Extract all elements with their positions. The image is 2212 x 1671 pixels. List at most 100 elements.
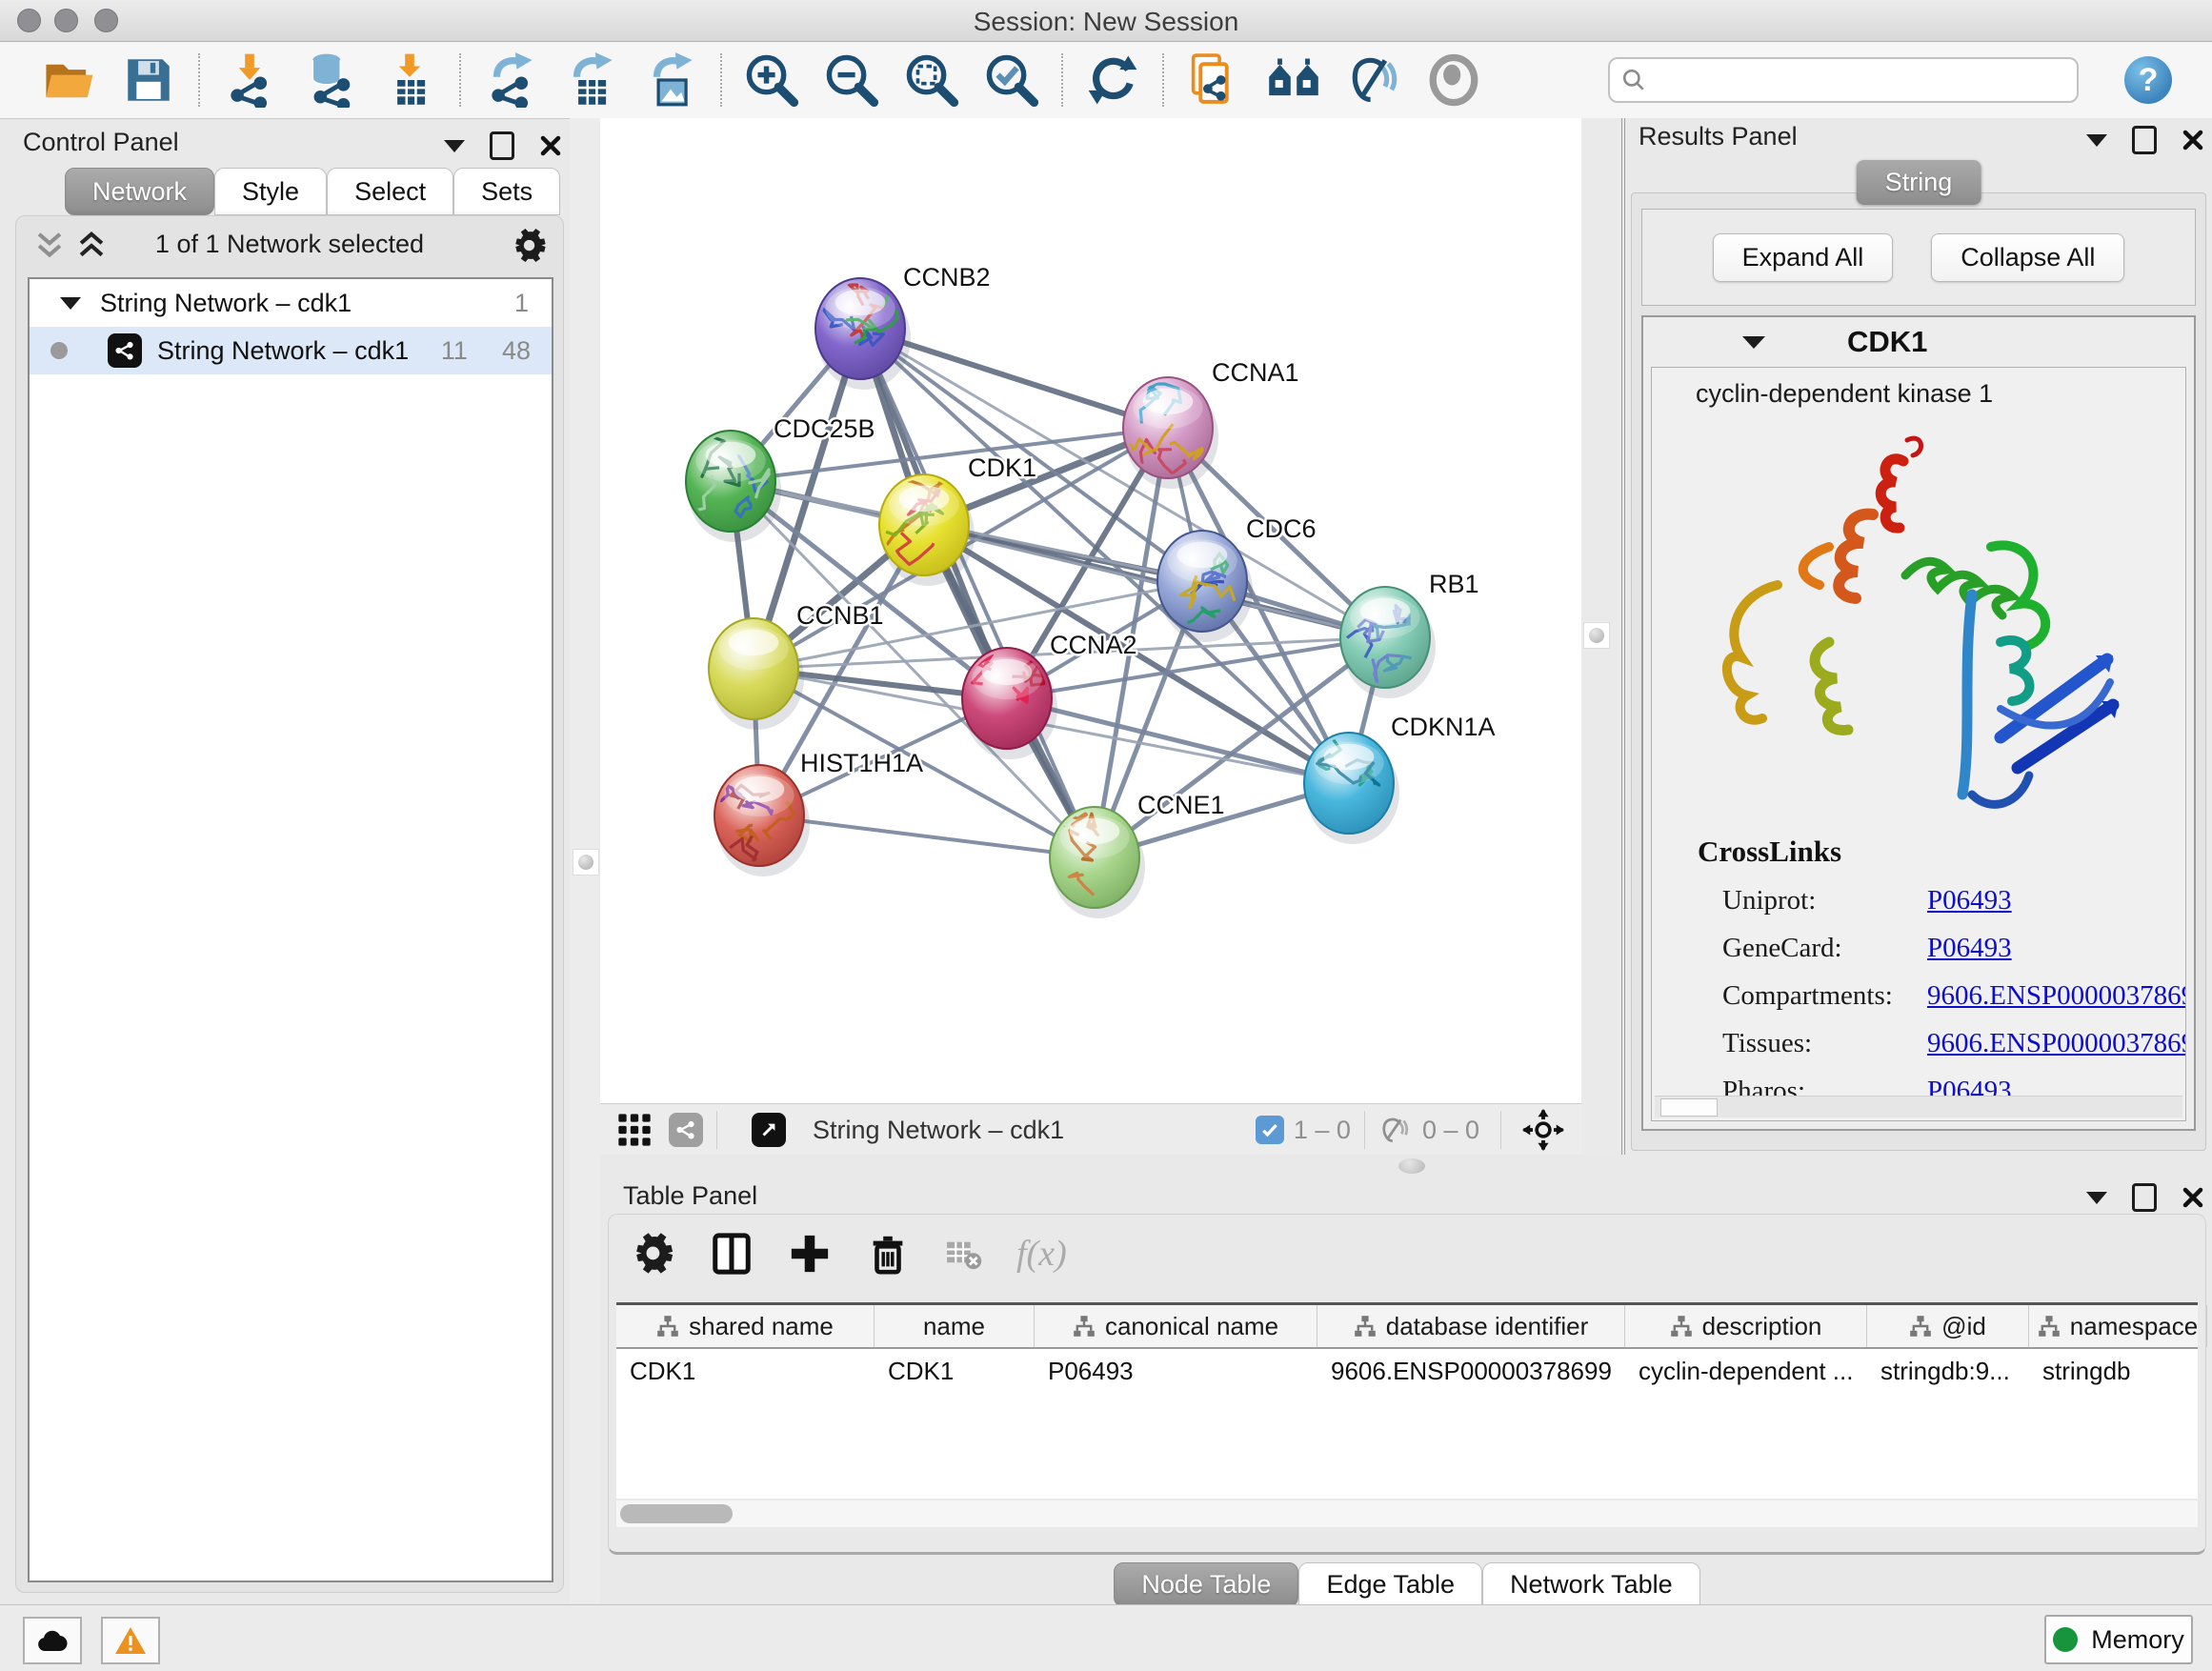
- tab-select[interactable]: Select: [327, 168, 453, 215]
- string-style-icon[interactable]: [669, 1113, 703, 1147]
- import-network-from-database-button[interactable]: [290, 48, 370, 112]
- column-header-canonical-name[interactable]: canonical name: [1035, 1305, 1317, 1347]
- close-panel-icon[interactable]: [2182, 129, 2204, 151]
- close-panel-icon[interactable]: [2182, 1186, 2204, 1209]
- column-header-namespace[interactable]: namespace: [2029, 1305, 2207, 1347]
- function-builder-icon[interactable]: f(x): [1016, 1233, 1067, 1275]
- help-button[interactable]: ?: [2124, 56, 2172, 104]
- panel-menu-icon[interactable]: [2086, 1192, 2107, 1204]
- search-field[interactable]: [1608, 57, 2079, 103]
- network-collection-row[interactable]: String Network – cdk1 1: [30, 279, 552, 327]
- memory-button[interactable]: Memory: [2044, 1615, 2193, 1664]
- collapse-all-button[interactable]: Collapse All: [1931, 233, 2124, 282]
- warnings-button[interactable]: [101, 1617, 160, 1664]
- table-cell[interactable]: cyclin-dependent ...: [1625, 1349, 1867, 1393]
- cloud-status-button[interactable]: [23, 1617, 82, 1664]
- float-panel-icon[interactable]: [2132, 126, 2157, 154]
- panel-menu-icon[interactable]: [444, 140, 465, 152]
- crosslink-link[interactable]: P06493: [1927, 933, 2012, 964]
- table-cell[interactable]: stringdb:9...: [1867, 1349, 2029, 1393]
- search-input[interactable]: [1646, 65, 2077, 96]
- table-cell[interactable]: CDK1: [616, 1349, 875, 1393]
- network-row-selected[interactable]: String Network – cdk1 11 48: [30, 327, 552, 374]
- column-header-@id[interactable]: @id: [1867, 1305, 2029, 1347]
- export-image-button[interactable]: [631, 48, 711, 112]
- left-splitter-handle[interactable]: [573, 849, 599, 876]
- float-panel-icon[interactable]: [2132, 1183, 2157, 1212]
- export-network-button[interactable]: [471, 48, 551, 112]
- delete-table-icon[interactable]: [944, 1232, 982, 1276]
- tab-node-table[interactable]: Node Table: [1114, 1562, 1298, 1607]
- tab-edge-table[interactable]: Edge Table: [1298, 1562, 1482, 1607]
- tab-network-table[interactable]: Network Table: [1482, 1562, 1700, 1607]
- zoom-selected-button[interactable]: [972, 48, 1052, 112]
- node-CDC6[interactable]: CDC6: [1157, 514, 1317, 642]
- column-header-description[interactable]: description: [1625, 1305, 1867, 1347]
- zoom-out-button[interactable]: [812, 48, 892, 112]
- table-cell[interactable]: 9606.ENSP00000378699: [1317, 1349, 1625, 1393]
- node-CCNB1[interactable]: CCNB1: [709, 601, 884, 730]
- zoom-in-button[interactable]: [732, 48, 812, 112]
- column-header-name[interactable]: name: [875, 1305, 1035, 1347]
- horizontal-splitter[interactable]: [600, 1155, 2212, 1178]
- table-cell[interactable]: CDK1: [875, 1349, 1035, 1393]
- fit-content-icon[interactable]: [1522, 1109, 1564, 1151]
- network-canvas[interactable]: CCNB2CCNA1CDC25BCDK1CDC6RB1CCNB1CCNA2CDK…: [600, 118, 1581, 1103]
- node-RB1[interactable]: RB1: [1340, 570, 1479, 698]
- node-HIST1H1A[interactable]: HIST1H1A: [714, 749, 923, 876]
- zoom-fit-button[interactable]: [892, 48, 972, 112]
- selected-checkbox-icon[interactable]: [1256, 1116, 1284, 1144]
- left-splitter[interactable]: [570, 118, 600, 1603]
- results-hscrollbar[interactable]: [1655, 1096, 2182, 1117]
- table-row[interactable]: CDK1CDK1P064939606.ENSP00000378699cyclin…: [616, 1349, 2198, 1393]
- column-header-shared-name[interactable]: shared name: [616, 1305, 875, 1347]
- open-session-button[interactable]: [29, 48, 109, 112]
- collapse-collection-icon[interactable]: [60, 297, 81, 310]
- save-session-button[interactable]: [109, 48, 189, 112]
- import-network-from-file-button[interactable]: [210, 48, 290, 112]
- tab-network[interactable]: Network: [65, 168, 214, 215]
- table-settings-gear-icon[interactable]: [632, 1232, 675, 1276]
- refresh-style-button[interactable]: [1073, 48, 1153, 112]
- import-string-network-button[interactable]: [1174, 48, 1254, 112]
- gene-section-header[interactable]: CDK1: [1643, 317, 2194, 367]
- panel-menu-icon[interactable]: [2086, 134, 2107, 147]
- birds-eye-view-icon[interactable]: [615, 1111, 654, 1149]
- node-CDKN1A[interactable]: CDKN1A: [1304, 713, 1496, 844]
- table-cell[interactable]: stringdb: [2029, 1349, 2207, 1393]
- close-panel-icon[interactable]: [539, 134, 562, 157]
- show-columns-icon[interactable]: [710, 1232, 754, 1276]
- float-panel-icon[interactable]: [490, 131, 514, 160]
- import-table-from-file-button[interactable]: [370, 48, 450, 112]
- crosslink-row: Tissues:9606.ENSP00000378699: [1698, 1028, 2186, 1059]
- right-splitter[interactable]: [1581, 118, 1625, 1155]
- node-table: shared namenamecanonical namedatabase id…: [616, 1302, 2198, 1499]
- open-in-browser-icon[interactable]: [752, 1113, 786, 1147]
- tab-string[interactable]: String: [1857, 160, 1981, 205]
- column-header-database-identifier[interactable]: database identifier: [1317, 1305, 1625, 1347]
- table-panel: Table Panel f(x) shared namenamecanonica…: [602, 1178, 2212, 1555]
- hide-selected-button[interactable]: [1334, 48, 1414, 112]
- gear-icon[interactable]: [512, 228, 548, 264]
- export-table-button[interactable]: [551, 48, 631, 112]
- table-hscrollbar[interactable]: [616, 1500, 2198, 1527]
- network-overview-button[interactable]: [1254, 48, 1334, 112]
- node-label-CDKN1A: CDKN1A: [1391, 713, 1496, 741]
- show-hidden-button[interactable]: [1414, 48, 1494, 112]
- results-hscrollbar-thumb[interactable]: [1660, 1098, 1718, 1117]
- collapse-section-icon[interactable]: [1742, 336, 1765, 349]
- expand-all-button[interactable]: Expand All: [1713, 233, 1894, 282]
- table-hscrollbar-thumb[interactable]: [620, 1504, 733, 1523]
- crosslink-link[interactable]: 9606.ENSP00000378699: [1927, 980, 2186, 1012]
- delete-column-icon[interactable]: [866, 1232, 910, 1276]
- horizontal-splitter-handle[interactable]: [1398, 1158, 1425, 1174]
- node-CCNE1[interactable]: CCNE1: [1050, 791, 1225, 918]
- create-column-icon[interactable]: [788, 1232, 832, 1276]
- tab-sets[interactable]: Sets: [453, 168, 560, 215]
- tab-style[interactable]: Style: [214, 168, 327, 215]
- edge-CCNB2-CCNE1[interactable]: [860, 329, 1095, 857]
- crosslink-link[interactable]: 9606.ENSP00000378699: [1927, 1028, 2186, 1059]
- right-splitter-handle[interactable]: [1583, 622, 1610, 649]
- crosslink-link[interactable]: P06493: [1927, 885, 2012, 916]
- table-cell[interactable]: P06493: [1035, 1349, 1317, 1393]
